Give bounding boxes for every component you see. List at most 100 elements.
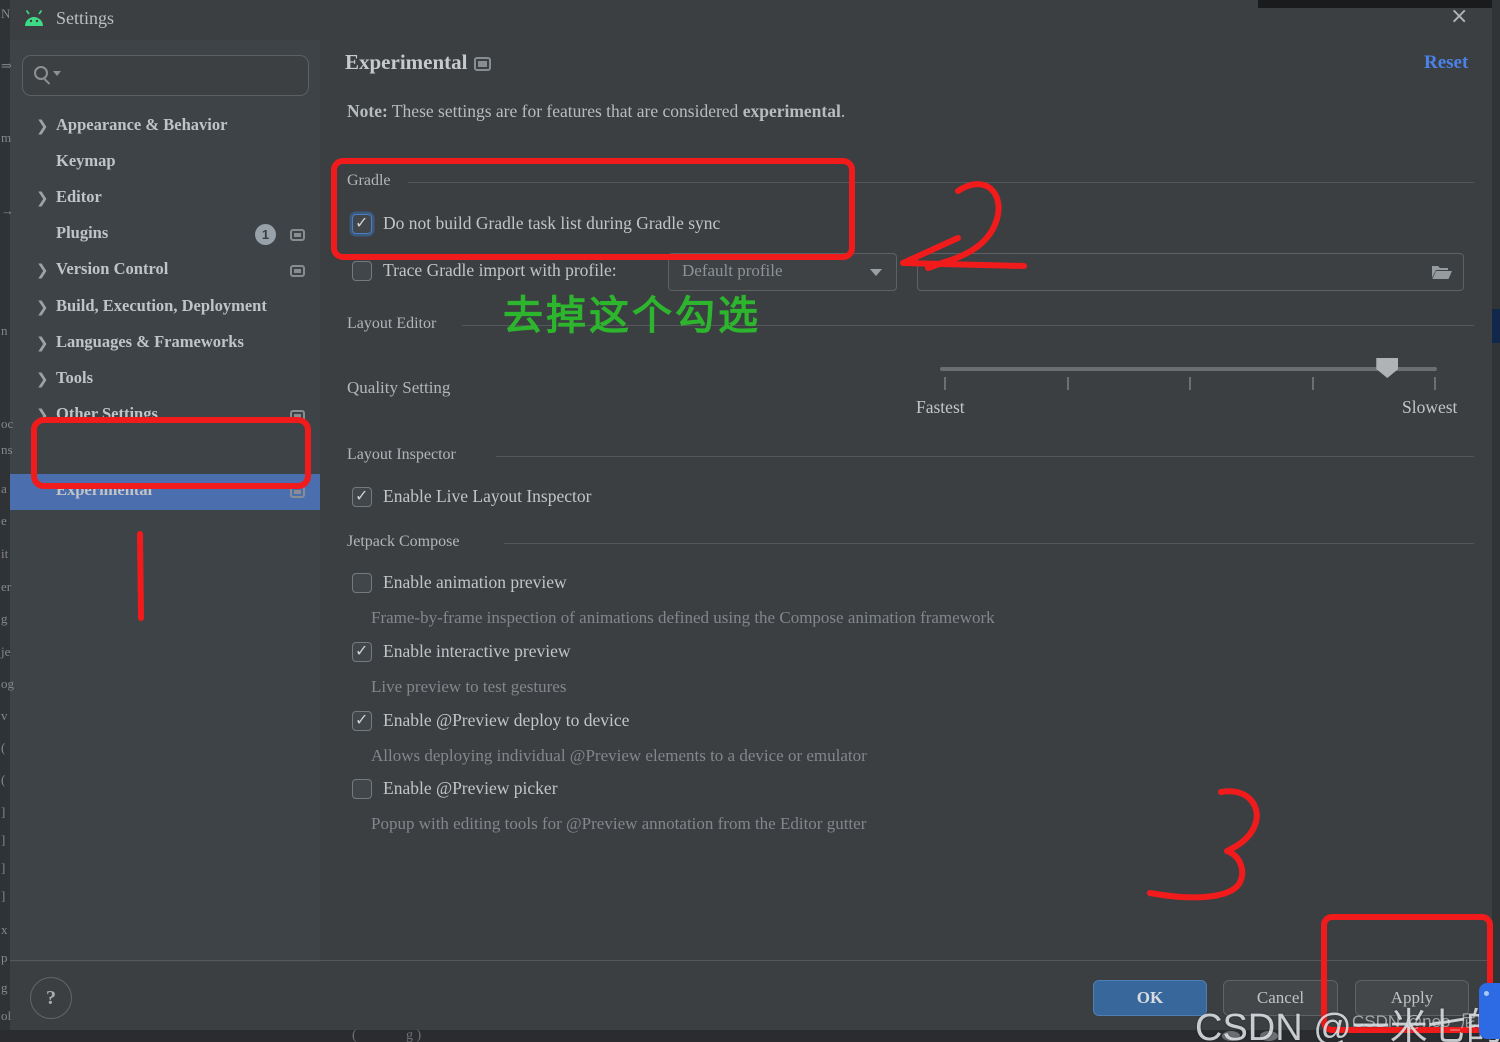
background-window-strip-right	[1492, 0, 1500, 1042]
quality-slider-track[interactable]	[940, 367, 1437, 371]
profile-select-value: Default profile	[682, 261, 783, 280]
background-text-fragment: e	[1, 513, 7, 528]
sidebar-item-plugins[interactable]: Plugins 1	[10, 217, 320, 253]
android-studio-icon	[25, 10, 43, 26]
profile-path-input[interactable]	[917, 253, 1464, 291]
background-text-fragment: oc	[1, 416, 14, 431]
chevron-right-icon[interactable]: ❯	[36, 370, 49, 388]
background-text-fragment: a	[1, 481, 7, 496]
trace-gradle-label[interactable]: Trace Gradle import with profile:	[383, 260, 617, 281]
background-text-fragment: (	[1, 740, 6, 755]
ok-button[interactable]: OK	[1093, 980, 1207, 1016]
note-text: Note: These settings are for features th…	[347, 101, 846, 121]
slider-max-label: Slowest	[1402, 397, 1458, 417]
background-text-fragment: x	[1, 922, 8, 937]
sidebar-item-tools[interactable]: ❯ Tools	[10, 362, 320, 398]
background-text-fragment: g	[1, 980, 8, 995]
chevron-right-icon[interactable]: ❯	[36, 261, 49, 279]
background-text-fragment: ]	[1, 832, 6, 847]
section-divider	[496, 456, 1474, 457]
monitor-icon	[290, 410, 305, 422]
dialog-title: Settings	[56, 8, 115, 28]
background-text-fragment: v	[1, 708, 8, 723]
background-text-fragment: g )	[406, 1028, 422, 1042]
green-annotation-text: 去掉这个勾选	[503, 294, 761, 338]
background-text-fragment: n	[1, 323, 8, 338]
section-divider	[504, 543, 1474, 544]
sidebar-item-editor[interactable]: ❯ Editor	[10, 181, 320, 217]
preview-deploy-desc: Allows deploying individual @Preview ele…	[371, 746, 867, 765]
chevron-right-icon[interactable]: ❯	[36, 334, 49, 352]
animation-preview-label[interactable]: Enable animation preview	[383, 572, 567, 593]
sidebar-item-experimental[interactable]: Experimental	[10, 474, 320, 510]
animation-preview-checkbox[interactable]	[352, 573, 372, 593]
section-label-layout-inspector: Layout Inspector	[347, 446, 456, 463]
preview-picker-checkbox[interactable]	[352, 779, 372, 799]
monitor-icon	[474, 57, 491, 71]
csdn-badge-icon	[1479, 983, 1500, 1039]
background-text-fragment: er	[1, 579, 12, 594]
chevron-right-icon[interactable]: ❯	[36, 298, 49, 316]
search-icon	[34, 66, 48, 80]
section-divider	[408, 182, 1474, 183]
section-label-gradle: Gradle	[347, 172, 391, 189]
chevron-right-icon[interactable]: ❯	[36, 189, 49, 207]
slider-min-label: Fastest	[916, 397, 965, 417]
dont-build-gradle-checkbox[interactable]	[352, 213, 372, 234]
preview-picker-label[interactable]: Enable @Preview picker	[383, 778, 558, 799]
background-text-fragment: it	[1, 546, 9, 561]
background-text-fragment: ns	[1, 442, 13, 457]
background-text-fragment: (	[352, 1028, 357, 1042]
background-text-fragment: ]	[1, 804, 6, 819]
background-text-fragment: ]	[1, 860, 6, 875]
live-layout-inspector-checkbox[interactable]	[352, 486, 372, 507]
sidebar-item-other-settings[interactable]: ❯ Other Settings	[10, 398, 320, 434]
help-button[interactable]: ?	[30, 977, 72, 1019]
background-text-fragment: ol	[1, 1008, 12, 1023]
sidebar-item-appearance-behavior[interactable]: ❯ Appearance & Behavior	[10, 109, 320, 145]
monitor-icon	[290, 229, 305, 241]
search-options-caret-icon	[53, 71, 61, 76]
background-text-fragment: g	[1, 611, 8, 626]
search-input[interactable]	[22, 55, 309, 96]
preview-deploy-label[interactable]: Enable @Preview deploy to device	[383, 710, 629, 731]
background-window-strip-top	[1258, 0, 1500, 8]
chevron-right-icon[interactable]: ❯	[36, 406, 49, 424]
dont-build-gradle-label[interactable]: Do not build Gradle task list during Gra…	[383, 213, 720, 234]
animation-preview-desc: Frame-by-frame inspection of animations …	[371, 608, 995, 627]
preview-picker-desc: Popup with editing tools for @Preview an…	[371, 814, 867, 833]
chevron-right-icon[interactable]: ❯	[36, 117, 49, 135]
monitor-icon	[290, 265, 305, 277]
interactive-preview-label[interactable]: Enable interactive preview	[383, 641, 571, 662]
settings-dialog: Settings × ❯ Appearance & Behavior Keyma…	[0, 0, 1500, 1042]
sidebar-item-version-control[interactable]: ❯ Version Control	[10, 253, 320, 289]
background-text-fragment: ]	[1, 888, 6, 903]
watermark-small: CSDN @neo_尼欧	[1352, 1012, 1494, 1031]
interactive-preview-desc: Live preview to test gestures	[371, 677, 567, 696]
live-layout-inspector-label[interactable]: Enable Live Layout Inspector	[383, 486, 591, 507]
background-text-fragment: je	[1, 644, 11, 659]
background-toolwindow-tab	[1492, 309, 1500, 343]
sidebar-item-build-execution-deployment[interactable]: ❯ Build, Execution, Deployment	[10, 290, 320, 326]
background-text-fragment: →	[1, 203, 14, 218]
footer-divider	[10, 960, 1492, 961]
sidebar-item-languages-frameworks[interactable]: ❯ Languages & Frameworks	[10, 326, 320, 362]
reset-link[interactable]: Reset	[1424, 52, 1468, 74]
background-text-fragment: ⇒	[1, 58, 12, 73]
folder-open-icon[interactable]	[1431, 263, 1453, 280]
monitor-icon	[290, 486, 305, 498]
interactive-preview-checkbox[interactable]	[352, 641, 372, 662]
plugins-count-badge: 1	[255, 224, 276, 245]
preview-deploy-checkbox[interactable]	[352, 710, 372, 731]
background-text-fragment: N	[1, 6, 11, 21]
section-label-layout-editor: Layout Editor	[347, 315, 437, 332]
background-text-fragment: (	[1, 772, 6, 787]
page-title: Experimental	[345, 50, 468, 74]
background-window-strip-left: N ⇒ m → n oc ns a e it er g je og v((]]]] x p g ol	[0, 0, 14, 1042]
section-label-jetpack-compose: Jetpack Compose	[347, 533, 460, 550]
chevron-down-icon	[870, 269, 882, 276]
background-text-fragment: p	[1, 950, 8, 965]
trace-gradle-checkbox[interactable]	[352, 261, 372, 281]
background-text-fragment: m	[1, 130, 12, 145]
sidebar-item-keymap[interactable]: Keymap	[10, 145, 320, 181]
